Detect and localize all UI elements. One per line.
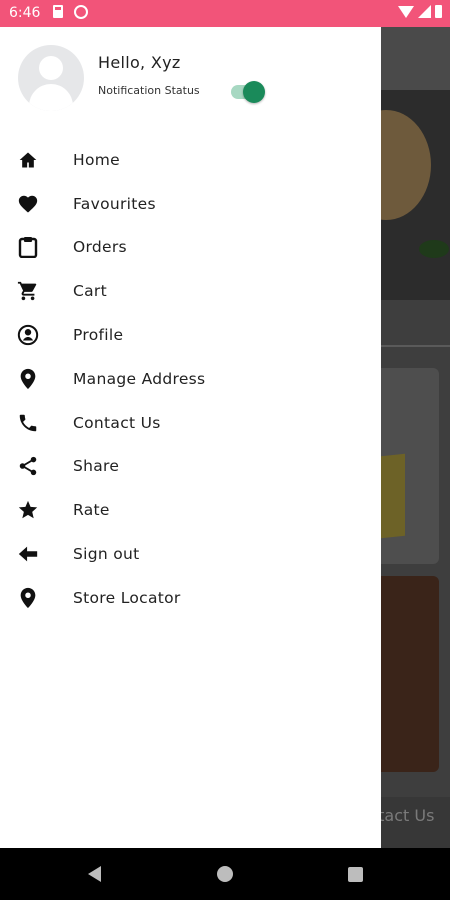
avatar[interactable] bbox=[18, 45, 84, 111]
back-button[interactable] bbox=[82, 862, 106, 886]
location-pin-icon bbox=[17, 368, 39, 390]
star-icon bbox=[17, 499, 39, 521]
menu-item-label: Profile bbox=[73, 326, 124, 345]
battery-icon bbox=[435, 5, 442, 18]
sync-icon bbox=[74, 5, 88, 19]
menu-item-orders[interactable]: Orders bbox=[0, 226, 381, 270]
menu-item-label: Orders bbox=[73, 238, 127, 257]
menu-item-label: Sign out bbox=[73, 545, 140, 564]
menu-item-label: Rate bbox=[73, 501, 110, 520]
profile-icon bbox=[17, 324, 39, 346]
home-button[interactable] bbox=[213, 862, 237, 886]
avatar-head bbox=[39, 56, 63, 80]
menu-item-share[interactable]: Share bbox=[0, 445, 381, 489]
avatar-body bbox=[29, 84, 73, 111]
background-card bbox=[381, 368, 439, 564]
menu-item-store-locator[interactable]: Store Locator bbox=[0, 576, 381, 620]
home-icon bbox=[17, 149, 39, 171]
notification-status-label: Notification Status bbox=[98, 84, 200, 97]
menu-item-label: Contact Us bbox=[73, 413, 161, 432]
share-icon bbox=[17, 455, 39, 477]
wifi-icon bbox=[398, 5, 414, 18]
background-toolbar bbox=[381, 27, 450, 90]
menu-item-cart[interactable]: Cart bbox=[0, 269, 381, 313]
menu-item-profile[interactable]: Profile bbox=[0, 313, 381, 357]
drawer-header: Hello, Xyz Notification Status bbox=[0, 27, 381, 127]
toggle-thumb bbox=[243, 81, 265, 103]
cart-icon bbox=[17, 280, 39, 302]
background-footer-label: ntact Us bbox=[381, 806, 435, 825]
menu-item-manage-address[interactable]: Manage Address bbox=[0, 357, 381, 401]
menu-item-label: Store Locator bbox=[73, 588, 181, 607]
status-icons bbox=[398, 5, 442, 18]
menu-item-sign-out[interactable]: Sign out bbox=[0, 532, 381, 576]
status-time: 6:46 bbox=[9, 5, 41, 21]
menu-item-label: Home bbox=[73, 150, 120, 169]
background-banner-image bbox=[381, 90, 450, 300]
arrow-left-icon bbox=[17, 543, 39, 565]
menu-item-label: Manage Address bbox=[73, 369, 206, 388]
user-greeting: Hello, Xyz bbox=[98, 53, 181, 72]
navigation-drawer: Hello, Xyz Notification Status Home Favo… bbox=[0, 27, 381, 848]
menu-item-favourites[interactable]: Favourites bbox=[0, 182, 381, 226]
menu-item-label: Favourites bbox=[73, 194, 156, 213]
signal-icon bbox=[418, 5, 431, 18]
phone-icon bbox=[17, 412, 39, 434]
menu-item-home[interactable]: Home bbox=[0, 138, 381, 182]
menu-item-contact-us[interactable]: Contact Us bbox=[0, 401, 381, 445]
background-divider bbox=[381, 345, 450, 347]
sd-card-icon bbox=[53, 5, 63, 18]
recents-button[interactable] bbox=[343, 862, 367, 886]
status-bar: 6:46 bbox=[0, 0, 450, 27]
background-card bbox=[381, 576, 439, 772]
menu-item-label: Cart bbox=[73, 282, 107, 301]
location-pin-icon bbox=[17, 587, 39, 609]
notification-toggle[interactable] bbox=[229, 80, 266, 104]
drawer-menu: Home Favourites Orders Cart Profile Mana… bbox=[0, 138, 381, 620]
clipboard-icon bbox=[17, 236, 39, 259]
menu-item-rate[interactable]: Rate bbox=[0, 488, 381, 532]
heart-icon bbox=[17, 193, 39, 215]
system-navigation-bar bbox=[0, 848, 450, 900]
menu-item-label: Share bbox=[73, 457, 120, 476]
background-app-scrim[interactable]: ntact Us bbox=[381, 27, 450, 848]
